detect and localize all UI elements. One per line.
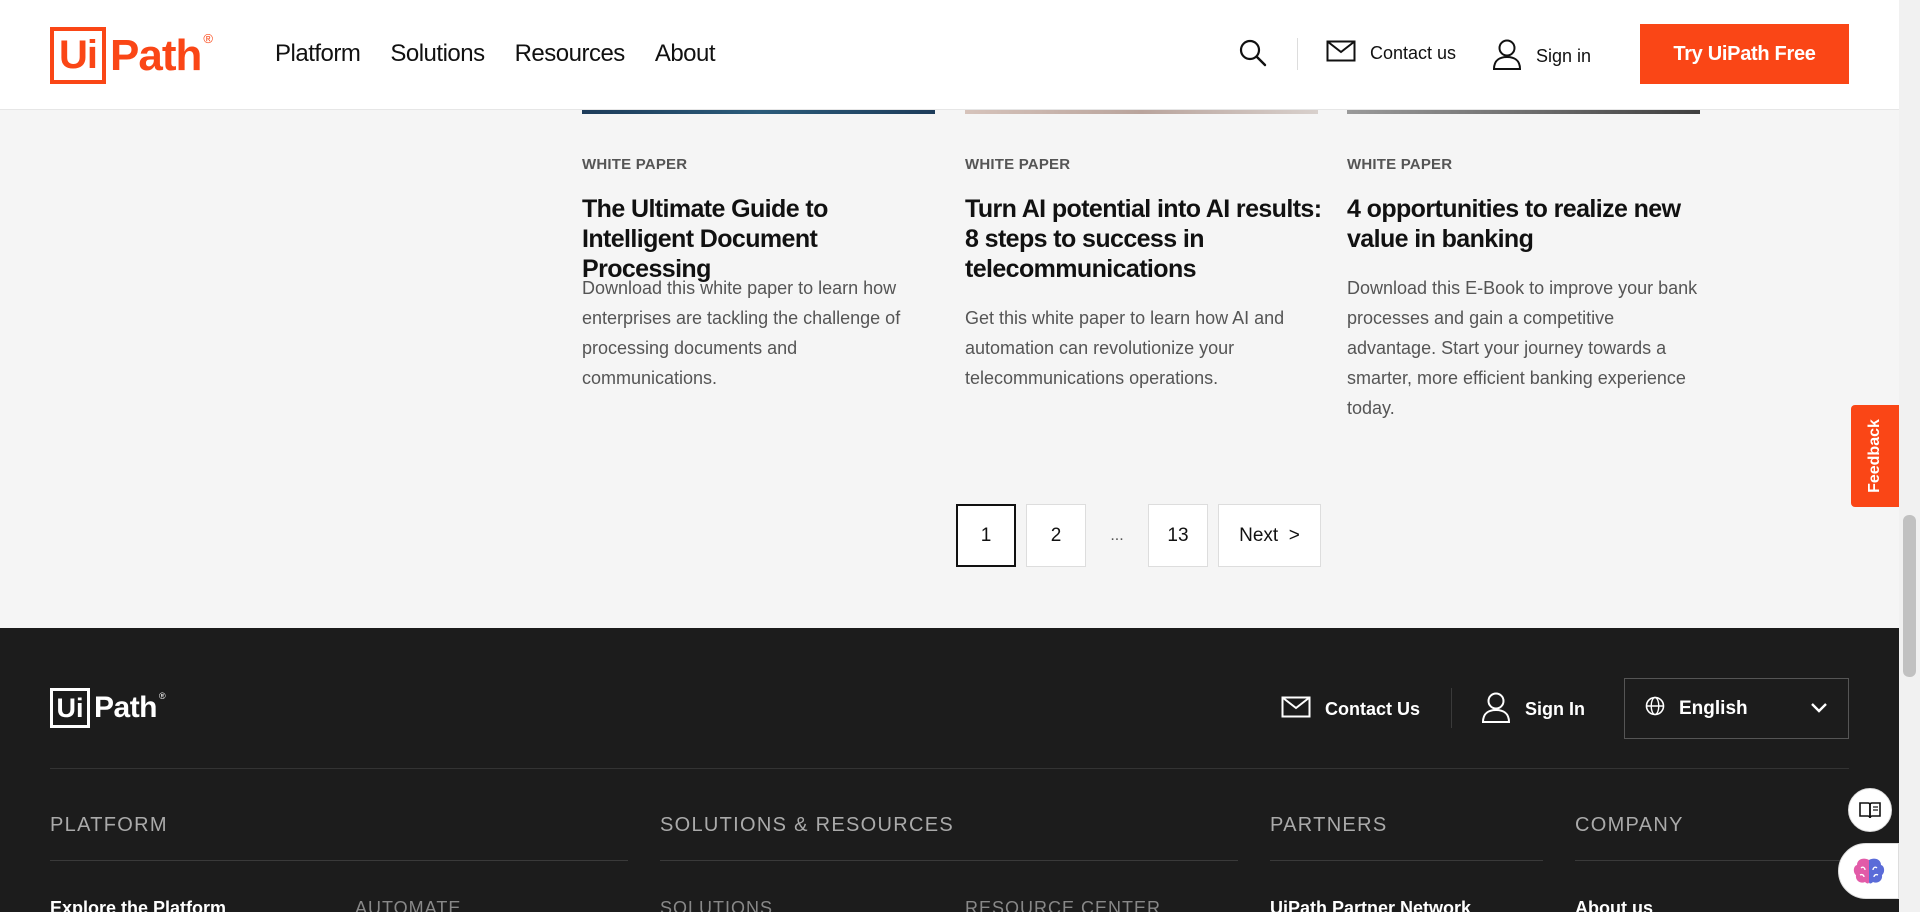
reader-mode-book-icon[interactable]	[1848, 788, 1892, 832]
card-description: Download this E-Book to improve your ban…	[1347, 278, 1698, 418]
page-1-button[interactable]: 1	[956, 504, 1016, 567]
card-image	[965, 110, 1318, 114]
column-rule	[1270, 860, 1543, 861]
footer-subheading-solutions: SOLUTIONS	[660, 898, 774, 912]
page-13-button[interactable]: 13	[1148, 504, 1208, 567]
footer-contact-us-link[interactable]: Contact Us	[1281, 696, 1420, 723]
card-image	[582, 110, 935, 114]
header-divider	[1297, 38, 1298, 70]
footer-link-partner-network[interactable]: UiPath Partner Network	[1270, 898, 1471, 912]
card-category: WHITE PAPER	[1347, 156, 1453, 173]
footer-heading-partners: PARTNERS	[1270, 814, 1388, 836]
footer-heading-platform: PLATFORM	[50, 814, 168, 836]
envelope-icon	[1326, 40, 1356, 67]
card-title[interactable]: 4 opportunities to realize new value in …	[1347, 194, 1707, 254]
page-2-button[interactable]: 2	[1026, 504, 1086, 567]
card-category: WHITE PAPER	[965, 156, 1071, 173]
card-title[interactable]: Turn AI potential into AI results: 8 ste…	[965, 194, 1325, 284]
nav-solutions[interactable]: Solutions	[390, 40, 485, 68]
column-rule	[50, 860, 628, 861]
feedback-tab[interactable]: Feedback	[1851, 405, 1899, 507]
ai-assistant-brain-icon[interactable]	[1838, 843, 1899, 899]
sign-in-label: Sign in	[1536, 46, 1592, 66]
pagination-ellipsis: ...	[1110, 526, 1124, 544]
uipath-logo[interactable]: Ui Path ®	[50, 27, 213, 84]
footer-heading-company: COMPANY	[1575, 814, 1684, 836]
language-selector[interactable]: English	[1624, 678, 1849, 739]
footer-subheading-automate: AUTOMATE	[355, 898, 462, 912]
footer-link-explore-platform[interactable]: Explore the Platform	[50, 898, 226, 912]
footer-contact-us-label: Contact Us	[1325, 699, 1421, 719]
footer-sign-in-link[interactable]: Sign In	[1481, 691, 1585, 728]
contact-us-label: Contact us	[1370, 43, 1457, 63]
feedback-label: Feedback	[1866, 419, 1883, 493]
site-footer: Ui Path ® Contact Us Sign In English PLA…	[0, 628, 1899, 912]
user-icon	[1492, 38, 1522, 75]
column-rule	[1575, 860, 1849, 861]
card-category: WHITE PAPER	[582, 156, 688, 173]
card-image	[1347, 110, 1700, 114]
footer-divider	[1451, 688, 1452, 728]
footer-subheading-resource-center: RESOURCE CENTER	[965, 898, 1162, 912]
try-uipath-free-button[interactable]: Try UiPath Free	[1640, 24, 1849, 84]
footer-link-about-us[interactable]: About us	[1575, 898, 1653, 912]
envelope-icon	[1281, 696, 1311, 723]
language-label: English	[1679, 697, 1748, 719]
next-page-button[interactable]: Next >	[1218, 504, 1321, 567]
footer-uipath-logo[interactable]: Ui Path ®	[50, 688, 166, 728]
card-description: Download this white paper to learn how e…	[582, 278, 901, 388]
search-icon[interactable]	[1238, 38, 1268, 68]
scrollbar-thumb[interactable]	[1903, 515, 1916, 677]
pagination: 1 2 ... 13 Next >	[956, 504, 1321, 567]
user-icon	[1481, 691, 1511, 728]
nav-about[interactable]: About	[655, 40, 716, 68]
card-title[interactable]: The Ultimate Guide to Intelligent Docume…	[582, 194, 942, 284]
card-description: Get this white paper to learn how AI and…	[965, 308, 1285, 388]
chevron-down-icon	[1810, 698, 1828, 720]
nav-platform[interactable]: Platform	[275, 40, 361, 68]
site-header: Ui Path ® Platform Solutions Resources A…	[0, 0, 1899, 110]
globe-icon	[1645, 696, 1665, 722]
footer-sign-in-label: Sign In	[1525, 699, 1585, 719]
footer-divider-line	[50, 768, 1849, 769]
sign-in-link[interactable]: Sign in	[1492, 38, 1591, 75]
column-rule	[660, 860, 1238, 861]
page-scrollbar[interactable]	[1899, 0, 1920, 912]
contact-us-link[interactable]: Contact us	[1326, 40, 1456, 67]
footer-heading-solutions: SOLUTIONS & RESOURCES	[660, 814, 955, 836]
nav-resources[interactable]: Resources	[515, 40, 626, 68]
main-nav: Platform Solutions Resources About	[275, 40, 716, 68]
